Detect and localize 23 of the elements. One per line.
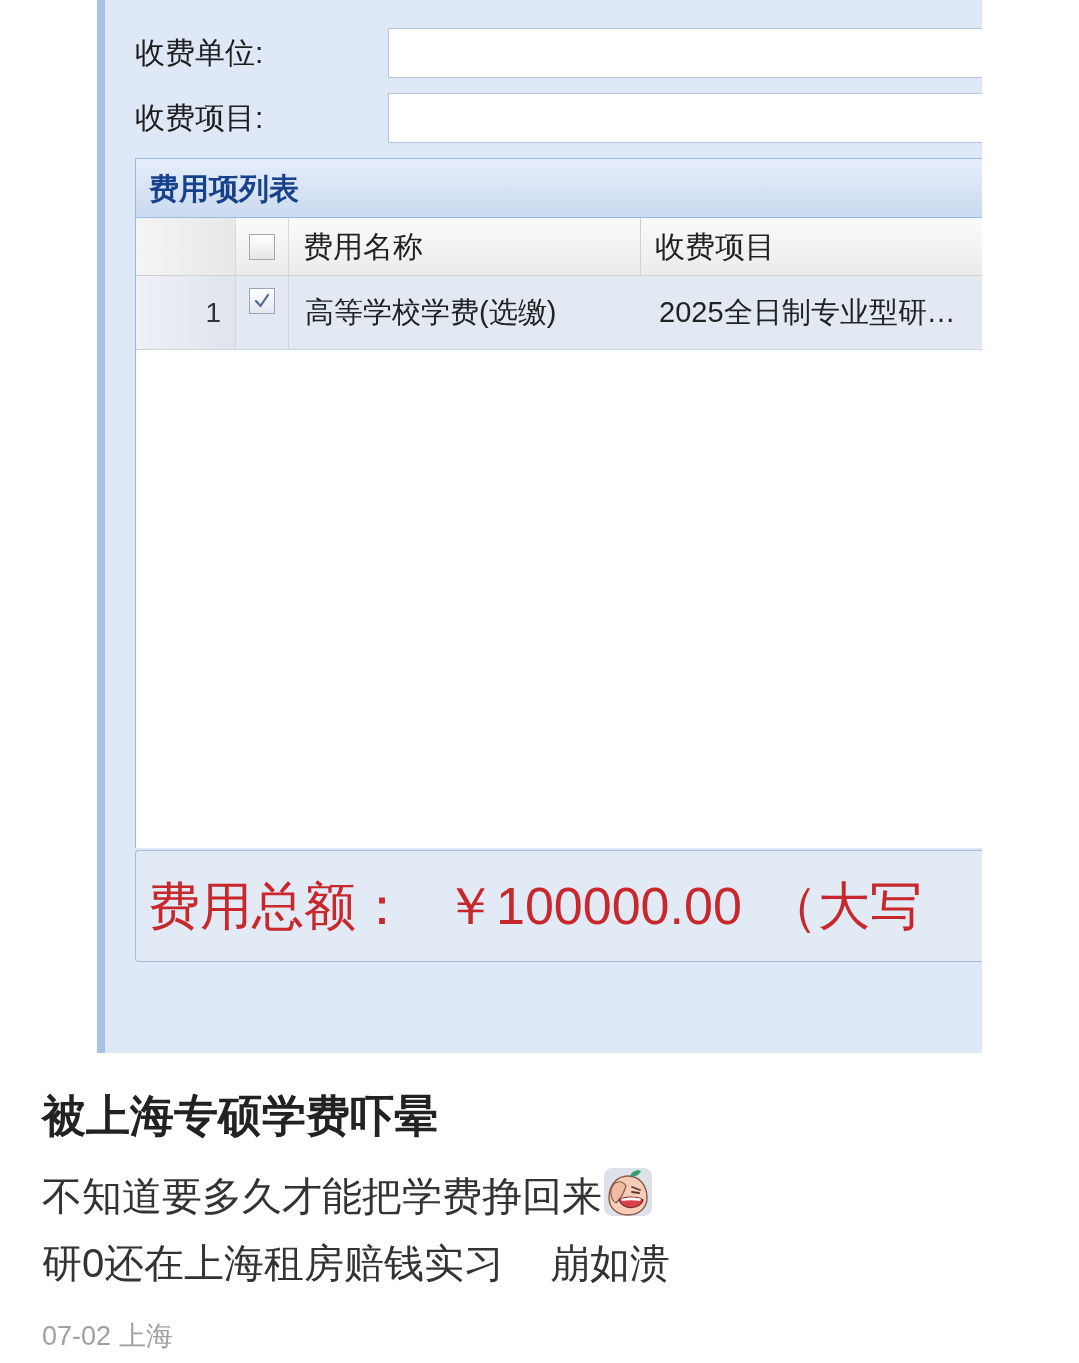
check-icon [254, 293, 270, 309]
checkbox[interactable] [249, 288, 275, 314]
crying-face-icon [604, 1167, 652, 1216]
table-cell-text: 2025全日制专业型研… [658, 294, 957, 330]
post-title: 被上海专硕学费吓晕 [42, 1090, 438, 1142]
column-header[interactable]: 收费项目 [641, 218, 982, 275]
table-row[interactable]: 1 高等学校学费(选缴) 2025全日制专业型研… [136, 276, 982, 350]
total-label: 费用总额： [148, 876, 408, 936]
table-cell-text: 高等学校学费(选缴) [304, 294, 558, 330]
post-text: 崩如溃 [550, 1239, 671, 1287]
field-label: 收费单位: [135, 35, 265, 71]
checkbox[interactable] [249, 233, 275, 260]
field-label: 收费项目: [135, 100, 265, 136]
text-field[interactable] [388, 93, 982, 143]
column-header[interactable]: 费用名称 [289, 218, 641, 275]
row-number: 1 [136, 276, 236, 349]
total-amount: ￥100000.00 [444, 876, 742, 936]
text-field[interactable] [388, 28, 982, 78]
post-date-location: 07-02 上海 [42, 1320, 173, 1353]
total-note: （大写 [765, 876, 922, 936]
post-text: 不知道要多久才能把学费挣回来 [42, 1172, 602, 1220]
post-text: 研0还在上海租房赔钱实习 [42, 1239, 505, 1287]
grid-title: 费用项列表 [149, 170, 299, 207]
